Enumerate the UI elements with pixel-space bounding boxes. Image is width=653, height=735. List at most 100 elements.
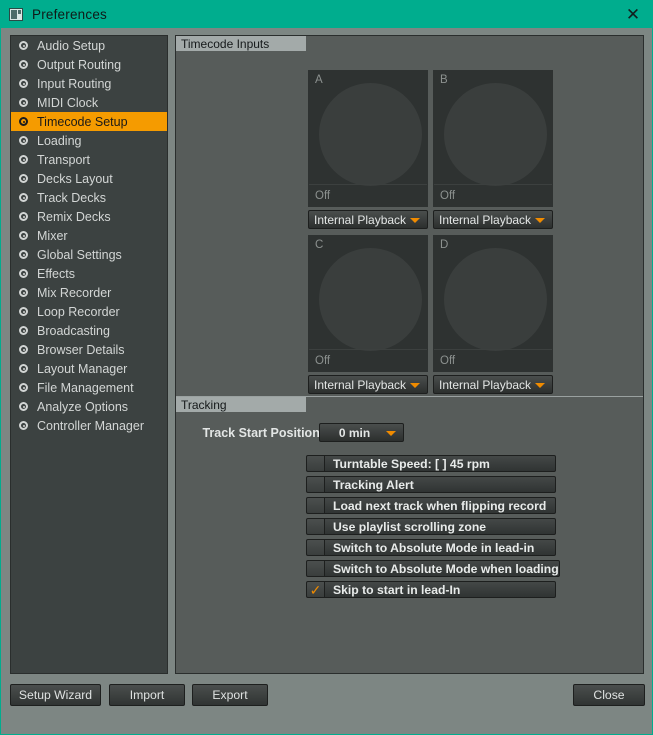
- sidebar-item-label: MIDI Clock: [37, 95, 99, 110]
- timecode-inputs-tab: Timecode Inputs: [176, 36, 306, 51]
- sidebar-item-midi-clock[interactable]: MIDI Clock: [11, 93, 167, 112]
- deck-source-value: Internal Playback: [314, 377, 407, 392]
- radio-icon: [19, 307, 28, 316]
- sidebar-item-input-routing[interactable]: Input Routing: [11, 74, 167, 93]
- sidebar-item-loading[interactable]: Loading: [11, 131, 167, 150]
- radio-icon: [19, 402, 28, 411]
- scope-circle-icon: [319, 248, 422, 351]
- deck-source-dropdown-c[interactable]: Internal Playback: [308, 375, 428, 394]
- scope-status: Off: [434, 184, 552, 206]
- chevron-down-icon: [386, 431, 396, 436]
- sidebar-item-label: Timecode Setup: [37, 114, 128, 129]
- scope-circle-icon: [444, 248, 547, 351]
- chevron-down-icon: [535, 383, 545, 388]
- sidebar-item-effects[interactable]: Effects: [11, 264, 167, 283]
- scope-status: Off: [434, 349, 552, 371]
- sidebar-item-file-management[interactable]: File Management: [11, 378, 167, 397]
- preferences-window-icon: [9, 7, 23, 21]
- checkbox-icon[interactable]: [306, 476, 325, 493]
- sidebar-item-layout-manager[interactable]: Layout Manager: [11, 359, 167, 378]
- import-label: Import: [129, 688, 165, 702]
- sidebar-item-output-routing[interactable]: Output Routing: [11, 55, 167, 74]
- close-label: Close: [593, 688, 625, 702]
- deck-source-value: Internal Playback: [439, 377, 532, 392]
- checkbox-label-bar: Tracking Alert: [325, 476, 556, 493]
- checkbox-icon[interactable]: [306, 497, 325, 514]
- window-title: Preferences: [32, 6, 107, 22]
- radio-icon: [19, 117, 28, 126]
- deck-source-dropdown-b[interactable]: Internal Playback: [433, 210, 553, 229]
- sidebar-item-remix-decks[interactable]: Remix Decks: [11, 207, 167, 226]
- sidebar-item-analyze-options[interactable]: Analyze Options: [11, 397, 167, 416]
- track-start-position-dropdown[interactable]: 0 min: [319, 423, 404, 442]
- deck-source-dropdown-d[interactable]: Internal Playback: [433, 375, 553, 394]
- sidebar-item-browser-details[interactable]: Browser Details: [11, 340, 167, 359]
- checkbox-label: Tracking Alert: [333, 477, 414, 492]
- checkbox-icon[interactable]: [306, 560, 325, 577]
- radio-icon: [19, 421, 28, 430]
- checkbox-row-switch-to-absolute-mode-in-lead-in[interactable]: Switch to Absolute Mode in lead-in: [306, 539, 556, 556]
- checkbox-row-skip-to-start-in-lead-in[interactable]: ✓ Skip to start in lead-In: [306, 581, 556, 598]
- radio-icon: [19, 326, 28, 335]
- radio-icon: [19, 345, 28, 354]
- import-button[interactable]: Import: [109, 684, 185, 706]
- sidebar-item-broadcasting[interactable]: Broadcasting: [11, 321, 167, 340]
- track-start-position-value: 0 min: [338, 425, 371, 440]
- sidebar-nav: Audio Setup Output Routing Input Routing MI…: [10, 35, 168, 674]
- close-button[interactable]: Close: [573, 684, 645, 706]
- scope-display-c[interactable]: C Off: [308, 235, 428, 372]
- checkbox-label-bar: Turntable Speed: [ ] 45 rpm: [325, 455, 556, 472]
- scope-circle-icon: [444, 83, 547, 186]
- radio-icon: [19, 41, 28, 50]
- setup-wizard-button[interactable]: Setup Wizard: [10, 684, 101, 706]
- checkbox-icon[interactable]: ✓: [306, 581, 325, 598]
- section-header-timecode-inputs: Timecode Inputs: [176, 36, 643, 51]
- export-label: Export: [212, 688, 248, 702]
- sidebar-item-label: Mixer: [37, 228, 68, 243]
- sidebar-item-audio-setup[interactable]: Audio Setup: [11, 36, 167, 55]
- sidebar-item-label: Layout Manager: [37, 361, 128, 376]
- checkbox-label-bar: Use playlist scrolling zone: [325, 518, 556, 535]
- sidebar-item-timecode-setup[interactable]: Timecode Setup: [11, 112, 167, 131]
- checkbox-row-switch-to-absolute-mode-when-loading[interactable]: Switch to Absolute Mode when loading: [306, 560, 560, 577]
- deck-source-dropdown-a[interactable]: Internal Playback: [308, 210, 428, 229]
- sidebar-item-mix-recorder[interactable]: Mix Recorder: [11, 283, 167, 302]
- scope-display-d[interactable]: D Off: [433, 235, 553, 372]
- radio-icon: [19, 212, 28, 221]
- scope-status-label: Off: [315, 354, 331, 367]
- deck-letter: B: [440, 74, 448, 86]
- checkbox-row-turntable-speed-45-rpm[interactable]: Turntable Speed: [ ] 45 rpm: [306, 455, 556, 472]
- checkbox-label-bar: Switch to Absolute Mode in lead-in: [325, 539, 556, 556]
- scope-display-b[interactable]: B Off: [433, 70, 553, 207]
- sidebar-item-label: Audio Setup: [37, 38, 106, 53]
- radio-icon: [19, 174, 28, 183]
- checkbox-row-tracking-alert[interactable]: Tracking Alert: [306, 476, 556, 493]
- radio-icon: [19, 231, 28, 240]
- sidebar-item-label: Output Routing: [37, 57, 122, 72]
- export-button[interactable]: Export: [192, 684, 268, 706]
- checkbox-row-load-next-track-when-flipping-record[interactable]: Load next track when flipping record: [306, 497, 556, 514]
- checkbox-icon[interactable]: [306, 539, 325, 556]
- sidebar-item-global-settings[interactable]: Global Settings: [11, 245, 167, 264]
- sidebar-item-label: Global Settings: [37, 247, 122, 262]
- sidebar-item-label: Browser Details: [37, 342, 125, 357]
- sidebar-item-decks-layout[interactable]: Decks Layout: [11, 169, 167, 188]
- sidebar-item-transport[interactable]: Transport: [11, 150, 167, 169]
- checkbox-icon[interactable]: [306, 518, 325, 535]
- checkbox-label-bar: Switch to Absolute Mode when loading: [325, 560, 560, 577]
- sidebar-item-loop-recorder[interactable]: Loop Recorder: [11, 302, 167, 321]
- sidebar-item-mixer[interactable]: Mixer: [11, 226, 167, 245]
- timecode-deck-a: A Off Internal Playback: [308, 70, 428, 229]
- checkbox-icon[interactable]: [306, 455, 325, 472]
- sidebar-item-controller-manager[interactable]: Controller Manager: [11, 416, 167, 435]
- sidebar-item-track-decks[interactable]: Track Decks: [11, 188, 167, 207]
- scope-display-a[interactable]: A Off: [308, 70, 428, 207]
- close-icon[interactable]: ✕: [613, 0, 653, 28]
- preferences-window: Audio Setup Output Routing Input Routing MI…: [0, 28, 653, 735]
- sidebar-item-label: Effects: [37, 266, 75, 281]
- chevron-down-icon: [410, 218, 420, 223]
- radio-icon: [19, 193, 28, 202]
- section-header-tracking: Tracking: [176, 396, 643, 412]
- scope-status: Off: [309, 349, 427, 371]
- checkbox-row-use-playlist-scrolling-zone[interactable]: Use playlist scrolling zone: [306, 518, 556, 535]
